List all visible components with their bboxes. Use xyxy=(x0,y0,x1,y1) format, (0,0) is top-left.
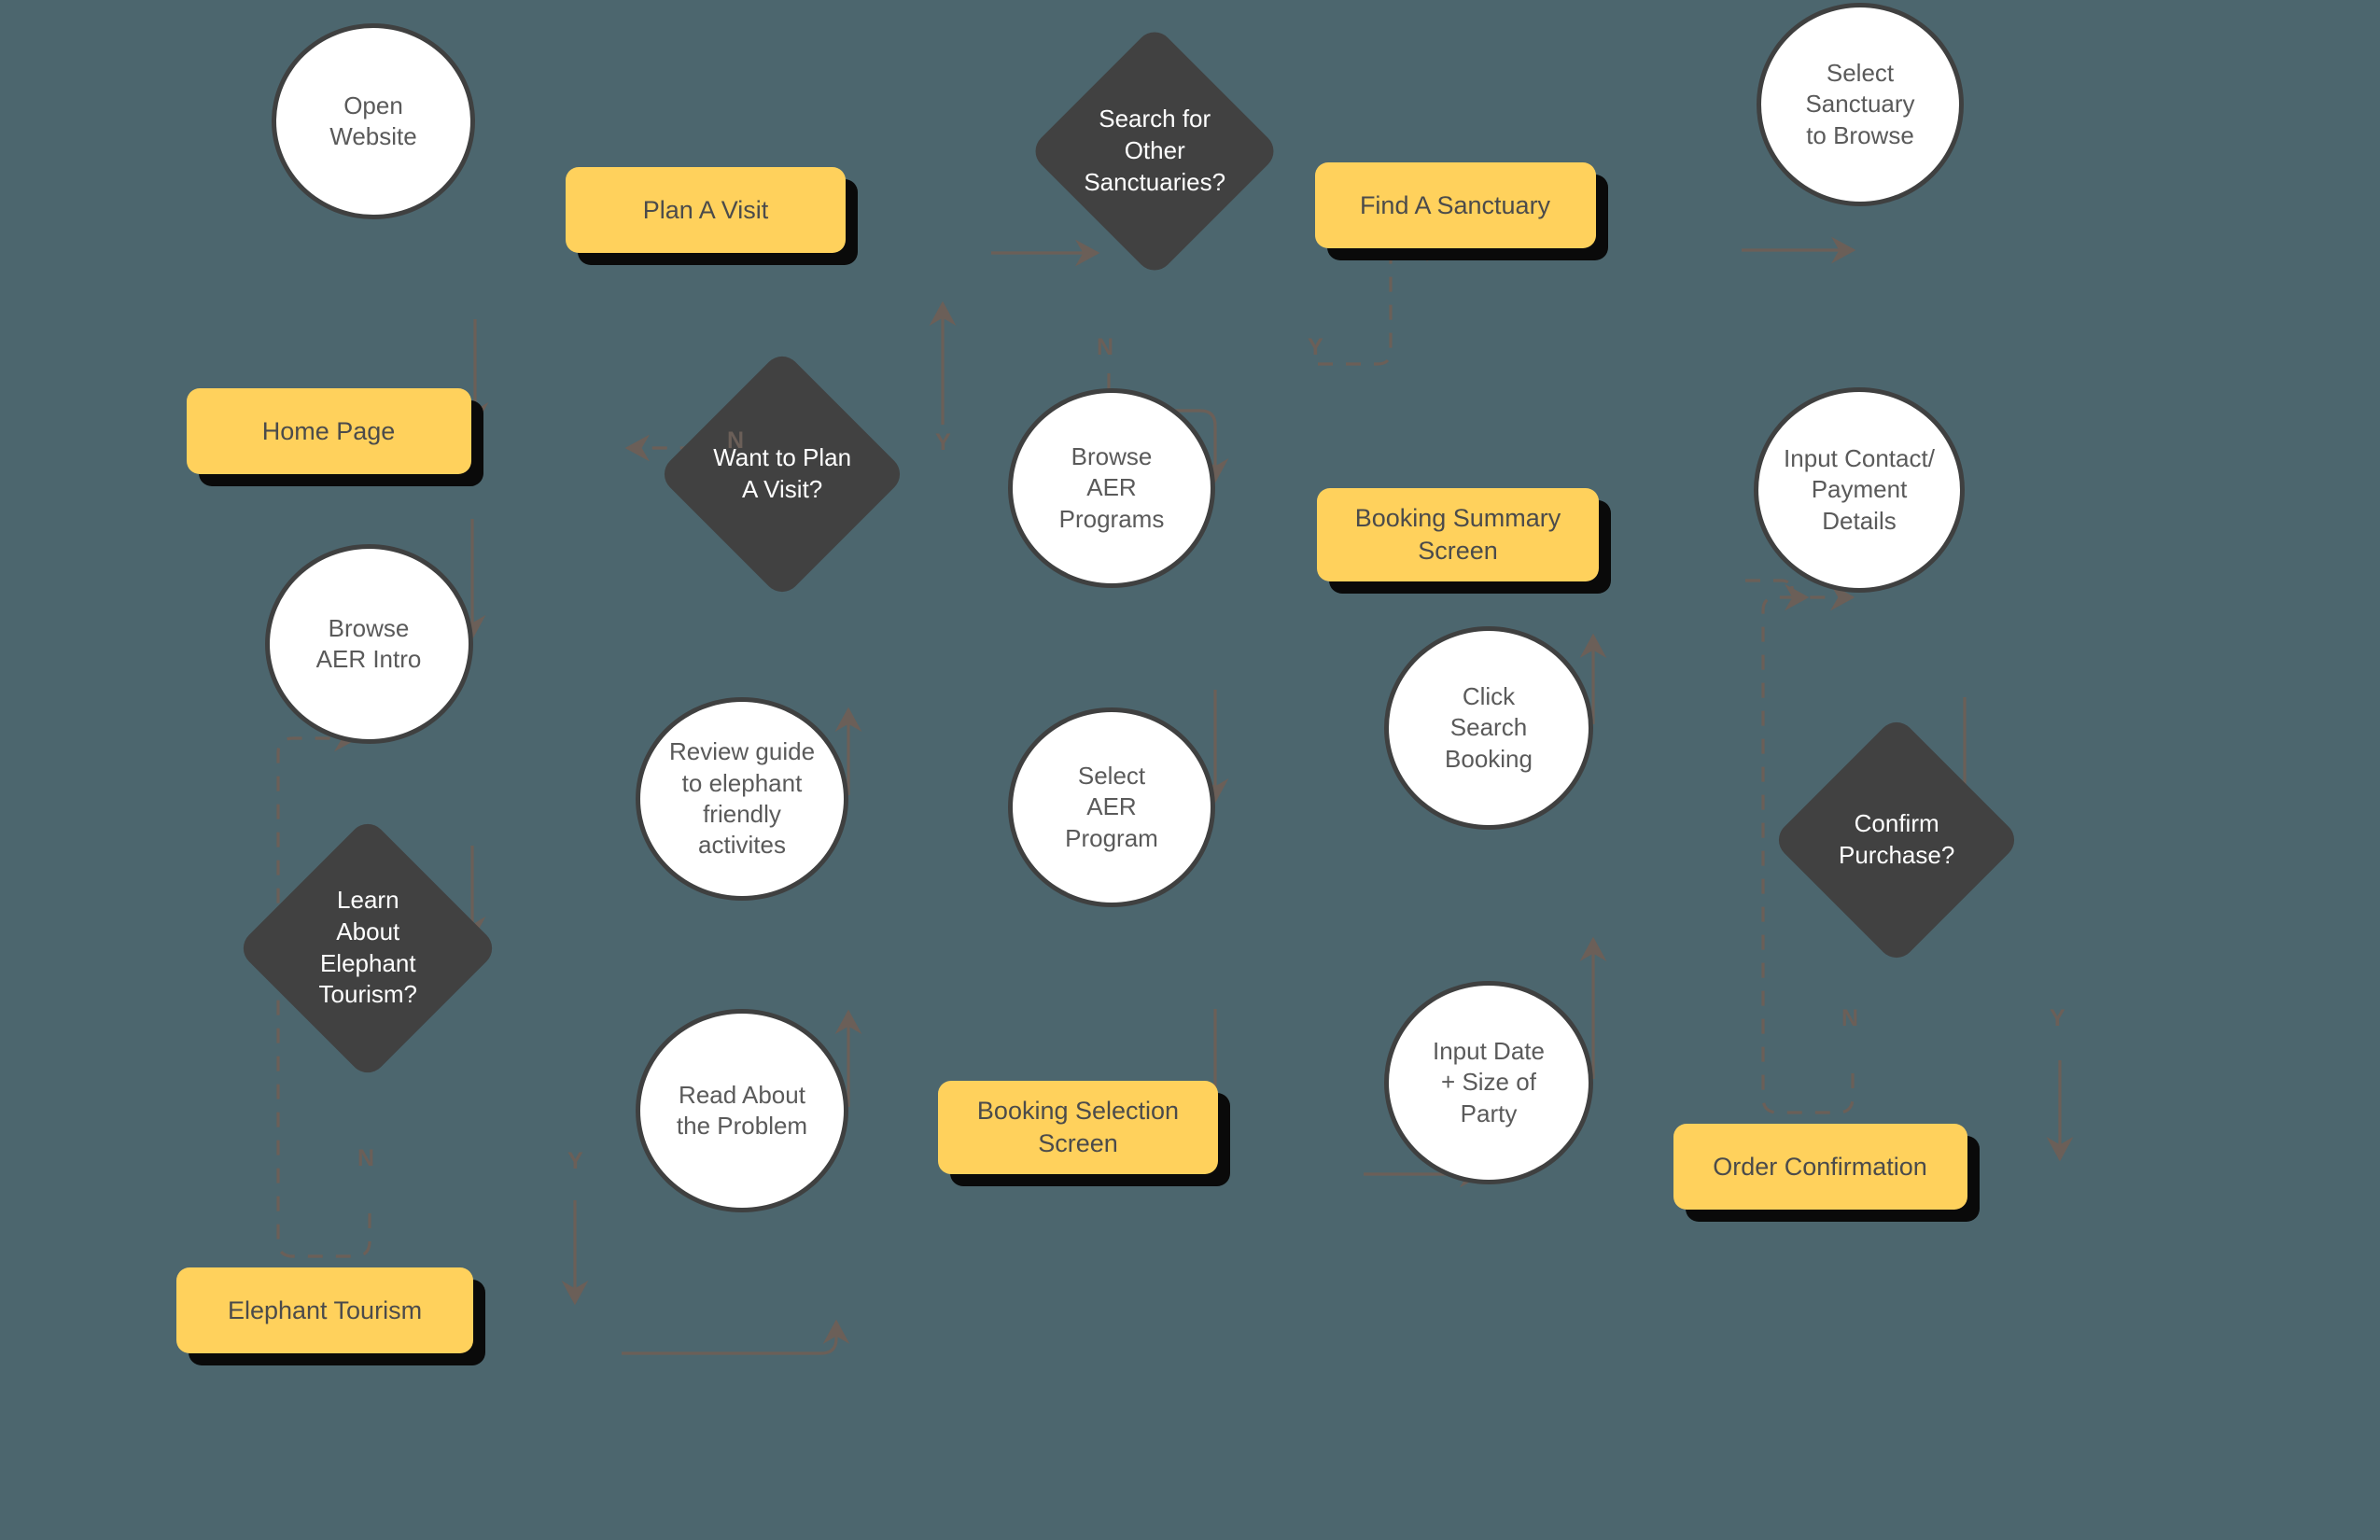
node-search-for-other-sanctuaries[interactable]: Search for Other Sanctuaries? xyxy=(1028,24,1281,278)
node-label: Click Search Booking xyxy=(1445,682,1533,773)
edge-label-learn-about-y: Y xyxy=(567,1148,584,1174)
node-browse-aer-programs[interactable]: Browse AER Programs xyxy=(1008,388,1215,588)
edge-label-learn-about-n: N xyxy=(357,1145,375,1171)
node-label: Learn About Elephant Tourism? xyxy=(318,886,417,1009)
node-label: Find A Sanctuary xyxy=(1359,190,1551,219)
node-review-guide[interactable]: Review guide to elephant friendly activites xyxy=(636,697,848,901)
node-label: Plan A Visit xyxy=(642,195,769,224)
node-label: Home Page xyxy=(261,416,396,445)
edge-label-want-to-plan-n: N xyxy=(727,427,745,454)
node-input-date-size-of-party[interactable]: Input Date + Size of Party xyxy=(1384,981,1593,1184)
edge-elephant-tourism-read-about xyxy=(622,1319,850,1355)
node-label: Review guide to elephant friendly activites xyxy=(668,737,816,860)
node-booking-summary-screen[interactable]: Booking Summary Screen xyxy=(1317,488,1599,581)
node-label: Booking Selection Screen xyxy=(976,1097,1180,1157)
node-browse-aer-intro[interactable]: Browse AER Intro xyxy=(264,544,473,744)
node-label: Order Confirmation xyxy=(1713,1152,1927,1181)
node-label: Search for Other Sanctuaries? xyxy=(1084,105,1225,196)
node-read-about-the-problem[interactable]: Read About the Problem xyxy=(636,1009,848,1212)
node-label: Select AER Program xyxy=(1065,762,1158,852)
node-want-to-plan-a-visit[interactable]: Want to Plan A Visit? xyxy=(656,348,908,600)
node-plan-a-visit[interactable]: Plan A Visit xyxy=(566,167,846,253)
edge-label-search-other-n: N xyxy=(1097,334,1114,360)
node-open-website[interactable]: Open Website xyxy=(272,23,475,219)
edge-label-confirm-purchase-y: Y xyxy=(2050,1005,2066,1031)
edge-label-want-to-plan-y: Y xyxy=(935,429,952,455)
edge-label-search-other-y: Y xyxy=(1308,334,1324,360)
node-input-contact-payment-details[interactable]: Input Contact/Payment Details xyxy=(1754,387,1965,593)
flowchart-canvas: Open Website Home Page Browse AER Intro Le… xyxy=(0,0,2380,1540)
node-order-confirmation[interactable]: Order Confirmation xyxy=(1673,1124,1967,1210)
node-label: Booking Summary Screen xyxy=(1354,504,1561,565)
node-booking-selection-screen[interactable]: Booking Selection Screen xyxy=(938,1081,1218,1174)
node-learn-about-elephant-tourism[interactable]: Learn About Elephant Tourism? xyxy=(235,816,500,1081)
node-label: Elephant Tourism xyxy=(227,1295,423,1324)
node-label: Want to Plan A Visit? xyxy=(713,443,851,503)
node-click-search-booking[interactable]: Click Search Booking xyxy=(1384,626,1593,830)
node-label: Input Contact/Payment Details xyxy=(1784,444,1935,535)
node-label: Input Date + Size of Party xyxy=(1433,1037,1545,1127)
node-select-aer-program[interactable]: Select AER Program xyxy=(1008,707,1215,907)
node-elephant-tourism[interactable]: Elephant Tourism xyxy=(176,1267,473,1353)
node-label: Open Website xyxy=(329,91,417,150)
node-confirm-purchase[interactable]: Confirm Purchase? xyxy=(1771,714,2023,966)
edge-label-confirm-purchase-n: N xyxy=(1841,1005,1859,1031)
node-label: Browse AER Programs xyxy=(1058,442,1165,533)
edge-search-other-y-find-sanctuary xyxy=(1318,234,1451,366)
node-home-page[interactable]: Home Page xyxy=(186,388,471,474)
node-label: Confirm Purchase? xyxy=(1838,809,1955,869)
node-find-a-sanctuary[interactable]: Find A Sanctuary xyxy=(1314,162,1596,248)
node-label: Read About the Problem xyxy=(676,1080,808,1140)
node-label: Browse AER Intro xyxy=(315,613,422,673)
node-label: Select Sanctuary to Browse xyxy=(1805,59,1915,149)
node-select-sanctuary-to-browse[interactable]: Select Sanctuary to Browse xyxy=(1757,3,1964,206)
